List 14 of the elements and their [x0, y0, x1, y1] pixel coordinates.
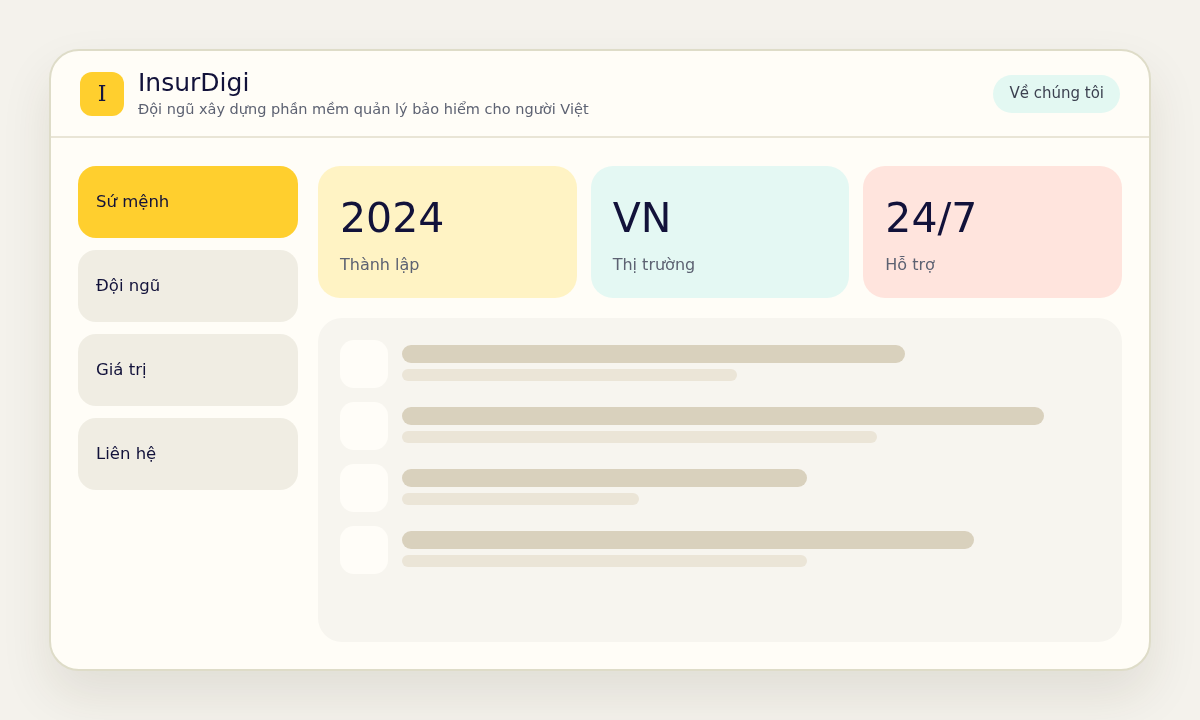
nav-item[interactable]: Sứ mệnh — [78, 166, 298, 238]
stat-label: Thành lập — [340, 254, 420, 276]
nav-item[interactable]: Đội ngũ — [78, 250, 298, 322]
nav-item[interactable]: Liên hệ — [78, 418, 298, 490]
stat-label: Hỗ trợ — [885, 254, 935, 276]
about-button[interactable]: Về chúng tôi — [993, 74, 1120, 113]
stat-value: 2024 — [340, 193, 445, 244]
app-subtitle: Đội ngũ xây dựng phần mềm quản lý bảo hiểm cho người Việt — [138, 100, 589, 119]
nav-item[interactable]: Giá trị — [78, 334, 298, 406]
stat-value: 24/7 — [885, 193, 978, 244]
logo-tile: I — [80, 71, 124, 116]
stat-label: Thị trường — [612, 254, 696, 276]
stat-value: VN — [612, 193, 672, 244]
app-title: InsurDigi — [138, 68, 251, 98]
